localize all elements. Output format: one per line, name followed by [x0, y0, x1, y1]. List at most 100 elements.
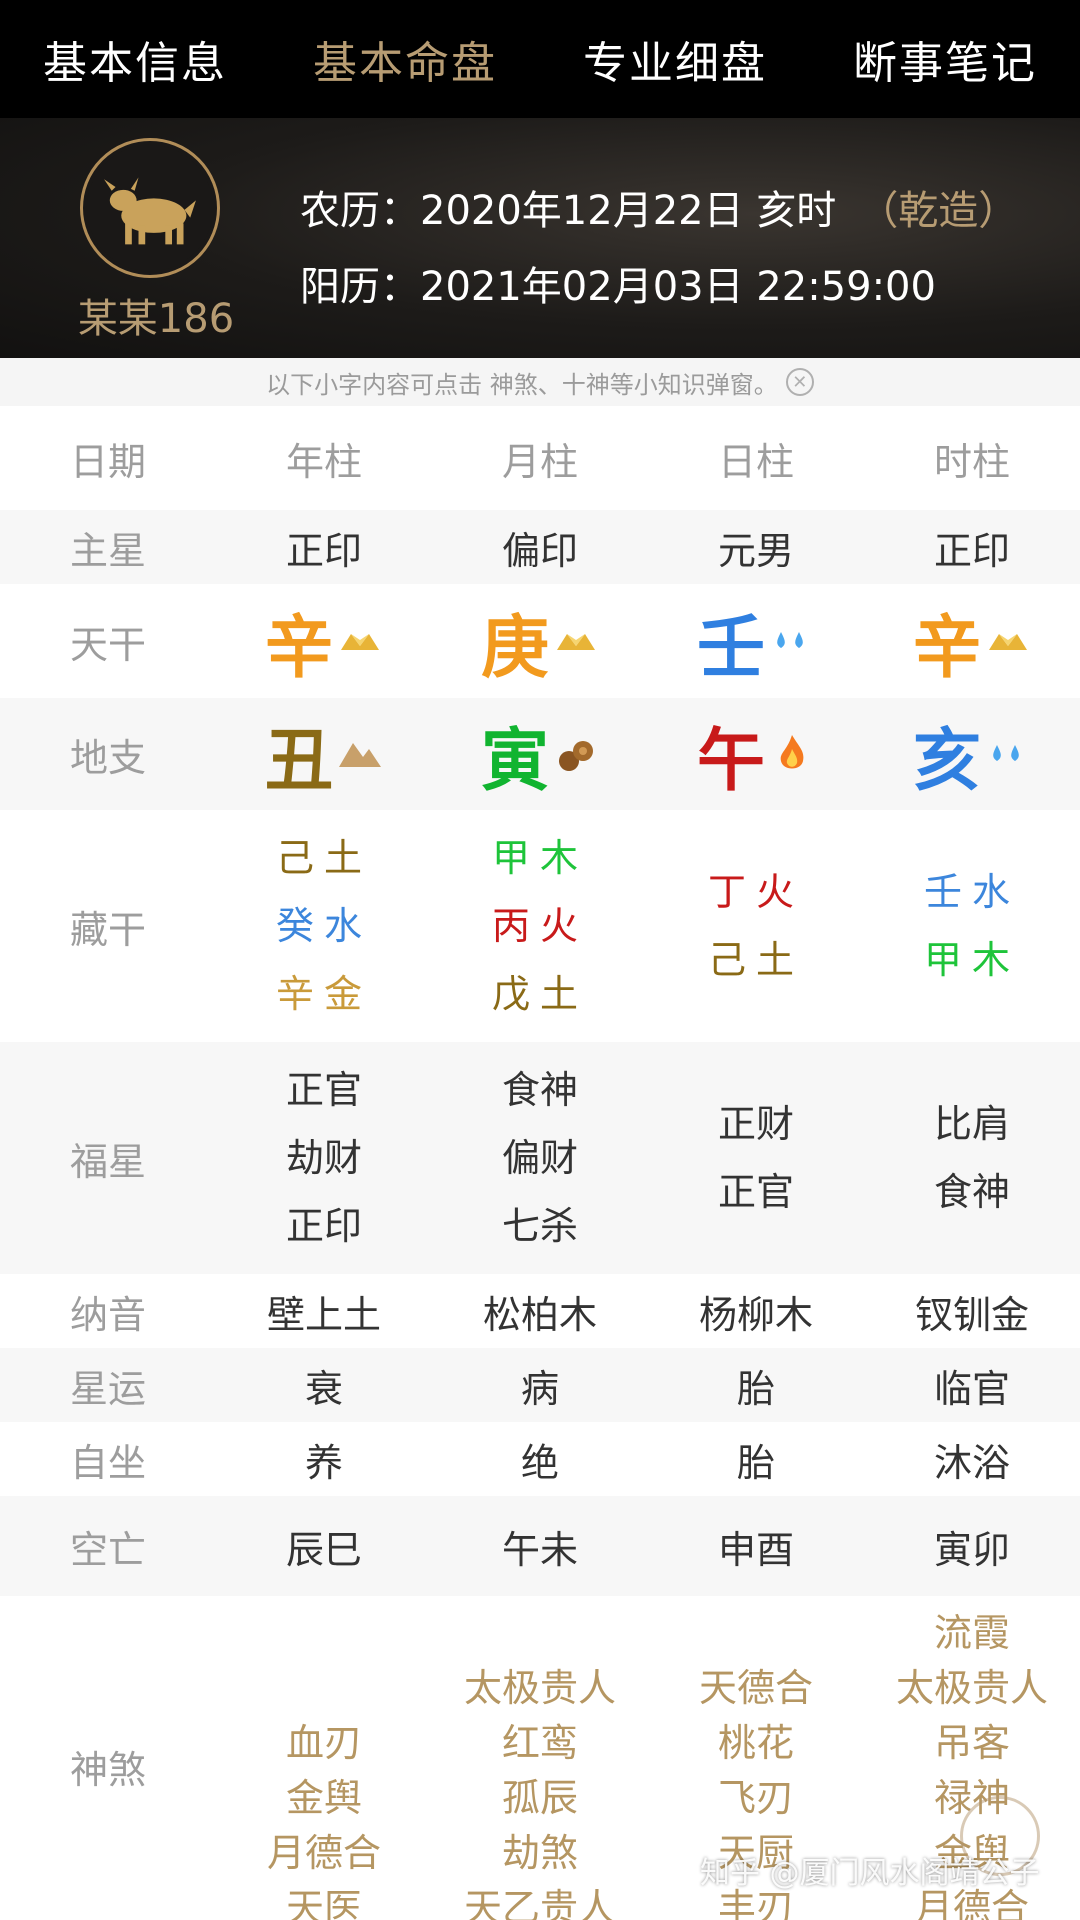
- water-drops-icon: [993, 745, 1019, 761]
- shensha-item[interactable]: 金舆: [286, 1771, 362, 1826]
- shensha-item[interactable]: 血刃: [286, 1716, 362, 1771]
- zizuo-cell[interactable]: 绝: [432, 1432, 648, 1487]
- xingyun-cell[interactable]: 临官: [864, 1358, 1080, 1413]
- lunar-date-text: 农历：2020年12月22日 亥时: [300, 188, 837, 234]
- stem-cell[interactable]: 辛: [216, 592, 432, 691]
- ten-god[interactable]: 食神: [502, 1056, 578, 1124]
- hidden-stem[interactable]: 丙火: [492, 892, 588, 960]
- shensha-item[interactable]: 桃花: [718, 1716, 794, 1771]
- shensha-item[interactable]: 流霞: [934, 1606, 1010, 1661]
- shensha-item[interactable]: 吊客: [934, 1716, 1010, 1771]
- hint-bar: 以下小字内容可点击 神煞、十神等小知识弹窗。 ✕: [0, 358, 1080, 406]
- ten-god[interactable]: 正官: [718, 1158, 794, 1226]
- branch-cell[interactable]: 亥: [864, 705, 1080, 804]
- ten-god[interactable]: 偏财: [502, 1124, 578, 1192]
- shensha-item[interactable]: 太极贵人: [464, 1661, 616, 1716]
- row-label: 星运: [69, 1366, 146, 1411]
- ten-god[interactable]: 劫财: [286, 1124, 362, 1192]
- main-star-cell[interactable]: 正印: [864, 520, 1080, 575]
- xingyun-cell[interactable]: 衰: [216, 1358, 432, 1413]
- hidden-stem[interactable]: 己土: [708, 926, 804, 994]
- shensha-item[interactable]: 月德合: [267, 1826, 381, 1881]
- xingyun-cell[interactable]: 胎: [648, 1358, 864, 1413]
- nayin-cell[interactable]: 松柏木: [432, 1284, 648, 1339]
- main-star-cell[interactable]: 元男: [648, 520, 864, 575]
- hidden-stem[interactable]: 戊土: [492, 960, 588, 1028]
- kongwang-cell[interactable]: 申酉: [648, 1519, 864, 1574]
- hidden-stems-cell: 己土 癸水 辛金: [216, 824, 432, 1028]
- row-earthly-branch: 地支 丑 寅 午 亥: [0, 698, 1080, 810]
- profile-header: 某某186 农历：2020年12月22日 亥时 （乾造） 阳历：2021年02月0…: [0, 118, 1080, 358]
- row-zizuo: 自坐 养 绝 胎 沐浴: [0, 1422, 1080, 1496]
- branch-cell[interactable]: 丑: [216, 705, 432, 804]
- lunar-date: 农历：2020年12月22日 亥时 （乾造）: [300, 178, 1018, 236]
- hidden-stem[interactable]: 丁火: [708, 858, 804, 926]
- row-fuxing: 福星 正官 劫财 正印 食神 偏财 七杀 正财 正官 比肩 食神: [0, 1042, 1080, 1274]
- row-main-star: 主星 正印 偏印 元男 正印: [0, 510, 1080, 584]
- gender-tag: （乾造）: [858, 188, 1019, 234]
- watermark: 知乎 @厦门风水阁靖公子: [700, 1856, 1040, 1891]
- zizuo-cell[interactable]: 养: [216, 1432, 432, 1487]
- branch-char: 寅: [480, 721, 549, 801]
- kongwang-cell[interactable]: 辰巳: [216, 1519, 432, 1574]
- branch-char: 午: [696, 721, 765, 801]
- kongwang-cell[interactable]: 寅卯: [864, 1519, 1080, 1574]
- ten-god[interactable]: 比肩: [934, 1090, 1010, 1158]
- ten-god[interactable]: 正印: [286, 1192, 362, 1260]
- tab-basic-info[interactable]: 基本信息: [43, 27, 227, 91]
- row-label: 主星: [69, 528, 146, 573]
- shensha-item[interactable]: 太极贵人: [896, 1661, 1048, 1716]
- hidden-stem[interactable]: 癸水: [276, 892, 372, 960]
- username: 某某186: [77, 296, 235, 342]
- main-star-cell[interactable]: 偏印: [432, 520, 648, 575]
- kongwang-cell[interactable]: 午未: [432, 1519, 648, 1574]
- stem-cell[interactable]: 辛: [864, 592, 1080, 691]
- row-heavenly-stem: 天干 辛 庚 壬 辛: [0, 584, 1080, 698]
- gold-ingot-icon: [557, 634, 595, 650]
- ten-god[interactable]: 食神: [934, 1158, 1010, 1226]
- shensha-item[interactable]: 天乙贵人: [464, 1881, 616, 1920]
- row-label: 神煞: [69, 1747, 146, 1792]
- hidden-stem[interactable]: 甲木: [924, 926, 1020, 994]
- zizuo-cell[interactable]: 沐浴: [864, 1432, 1080, 1487]
- gold-ingot-icon: [989, 634, 1027, 650]
- ten-god[interactable]: 七杀: [502, 1192, 578, 1260]
- tab-pro-chart[interactable]: 专业细盘: [583, 27, 767, 91]
- column-header: 月柱: [501, 439, 578, 484]
- shensha-item[interactable]: 天医: [286, 1881, 362, 1920]
- ten-god[interactable]: 正官: [286, 1056, 362, 1124]
- main-star-cell[interactable]: 正印: [216, 520, 432, 575]
- hidden-stems-cell: 壬水 甲木: [864, 858, 1080, 994]
- hidden-stem[interactable]: 辛金: [276, 960, 372, 1028]
- hidden-stem[interactable]: 壬水: [924, 858, 1020, 926]
- bazi-table: 日期 年柱 月柱 日柱 时柱 主星 正印 偏印 元男 正印 天干 辛 庚 壬 辛…: [0, 406, 1080, 1920]
- shensha-item[interactable]: 劫煞: [502, 1826, 578, 1881]
- shensha-item[interactable]: 红鸾: [502, 1716, 578, 1771]
- close-icon[interactable]: ✕: [785, 368, 814, 396]
- stem-cell[interactable]: 庚: [432, 592, 648, 691]
- stem-char: 庚: [480, 608, 549, 688]
- tab-notes[interactable]: 断事笔记: [853, 27, 1037, 91]
- fuxing-cell: 正官 劫财 正印: [216, 1056, 432, 1260]
- column-header: 时柱: [933, 439, 1010, 484]
- hidden-stem[interactable]: 甲木: [492, 824, 588, 892]
- branch-cell[interactable]: 寅: [432, 705, 648, 804]
- ox-avatar-icon[interactable]: [80, 138, 220, 278]
- shensha-item[interactable]: 孤辰: [502, 1771, 578, 1826]
- ten-god[interactable]: 正财: [718, 1090, 794, 1158]
- shensha-item[interactable]: 飞刃: [718, 1771, 794, 1826]
- branch-cell[interactable]: 午: [648, 705, 864, 804]
- zizuo-cell[interactable]: 胎: [648, 1432, 864, 1487]
- row-nayin: 纳音 壁上土 松柏木 杨柳木 钗钏金: [0, 1274, 1080, 1348]
- xingyun-cell[interactable]: 病: [432, 1358, 648, 1413]
- hidden-stem[interactable]: 己土: [276, 824, 372, 892]
- nayin-cell[interactable]: 杨柳木: [648, 1284, 864, 1339]
- nayin-cell[interactable]: 钗钏金: [864, 1284, 1080, 1339]
- shensha-cell: 太极贵人 红鸾 孤辰 劫煞 天乙贵人: [432, 1661, 648, 1920]
- tab-basic-chart[interactable]: 基本命盘: [313, 27, 497, 91]
- nayin-cell[interactable]: 壁上土: [216, 1284, 432, 1339]
- branch-char: 丑: [264, 721, 333, 801]
- shensha-item[interactable]: 天德合: [699, 1661, 813, 1716]
- stem-cell[interactable]: 壬: [648, 592, 864, 691]
- solar-date: 阳历：2021年02月03日 22:59:00: [300, 264, 936, 310]
